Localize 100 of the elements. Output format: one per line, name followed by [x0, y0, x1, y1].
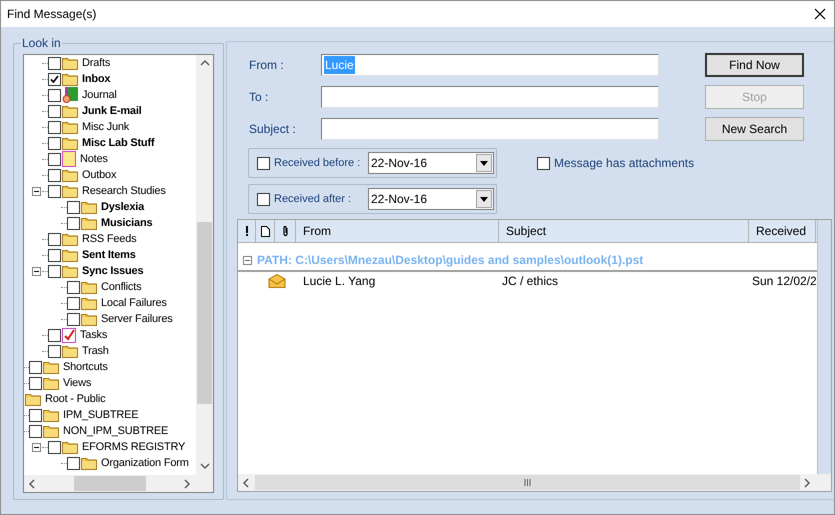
folder-label[interactable]: Inbox [82, 70, 110, 88]
folder-icon [62, 72, 78, 86]
filter-label: Received after : [274, 192, 352, 207]
folder-label[interactable]: Outbox [82, 166, 116, 184]
filter-checkbox[interactable] [257, 192, 270, 206]
folder-label[interactable]: Dyslexia [101, 198, 144, 216]
tree-checkbox[interactable] [67, 296, 80, 310]
folder-icon [81, 280, 97, 294]
folder-icon [62, 184, 78, 198]
dropdown-arrow-icon [480, 196, 488, 202]
tree-checkbox[interactable] [67, 200, 80, 214]
folder-icon [25, 392, 41, 406]
text-field[interactable] [321, 118, 659, 140]
tree-checkbox[interactable] [48, 72, 61, 86]
folder-label[interactable]: Server Failures [101, 310, 173, 328]
table-cell-text: Lucie L. Yang [302, 272, 376, 290]
attachments-checkbox[interactable] [537, 157, 550, 170]
text-field[interactable] [321, 86, 659, 108]
tree-checkbox[interactable] [48, 168, 61, 182]
note-icon [62, 151, 76, 167]
folder-icon [81, 296, 97, 310]
folder-icon [62, 440, 78, 454]
tree-checkbox[interactable] [48, 56, 61, 70]
column-header[interactable]: Received [749, 220, 816, 242]
field-label: To : [249, 89, 270, 106]
folder-icon [62, 344, 78, 358]
folder-label[interactable]: Shortcuts [63, 358, 108, 376]
date-dropdown[interactable]: 22-Nov-16 [368, 188, 494, 210]
scrollbar-thumb[interactable] [74, 476, 146, 491]
collapse-toggle[interactable] [32, 442, 41, 452]
horizontal-scrollbar[interactable] [24, 475, 213, 492]
clipboard-check-icon [62, 327, 76, 343]
tree-checkbox[interactable] [67, 456, 80, 470]
folder-label[interactable]: Local Failures [101, 294, 167, 312]
tree-checkbox[interactable] [48, 328, 61, 342]
folder-label[interactable]: Trash [82, 342, 109, 360]
folder-label[interactable]: Root - Public [45, 390, 106, 408]
tree-checkbox[interactable] [29, 360, 42, 374]
folder-label[interactable]: Research Studies [82, 182, 166, 200]
folder-icon [62, 264, 78, 278]
folder-label[interactable]: Drafts [82, 55, 110, 72]
table-cell-text: Sun 12/02/2 [751, 272, 817, 290]
folder-label[interactable]: EFORMS REGISTRY [82, 438, 186, 456]
tree-checkbox[interactable] [48, 184, 61, 198]
dialog-button[interactable]: Find Now [705, 53, 804, 77]
tree-checkbox[interactable] [48, 232, 61, 246]
tree-checkbox[interactable] [48, 88, 61, 102]
tree-checkbox[interactable] [48, 136, 61, 150]
date-dropdown[interactable]: 22-Nov-16 [368, 152, 494, 174]
folder-label[interactable]: RSS Feeds [82, 230, 136, 248]
tree-checkbox[interactable] [29, 424, 42, 438]
filter-label: Received before : [274, 156, 362, 171]
tree-checkbox[interactable] [29, 408, 42, 422]
folder-label[interactable]: Tasks [80, 326, 108, 344]
column-header[interactable]: Subject [499, 220, 749, 242]
dialog-button[interactable]: New Search [705, 117, 804, 141]
grip-icon[interactable] [524, 479, 531, 486]
tree-checkbox[interactable] [48, 344, 61, 358]
folder-label[interactable]: Sync Issues [82, 262, 144, 280]
close-icon[interactable] [814, 8, 826, 20]
folder-icon [62, 136, 78, 150]
folder-icon [62, 168, 78, 182]
scrollbar-thumb[interactable] [197, 222, 212, 404]
tree-checkbox[interactable] [67, 280, 80, 294]
tree-checkbox[interactable] [48, 264, 61, 278]
tree-checkbox[interactable] [67, 312, 80, 326]
folder-icon [43, 408, 59, 422]
folder-icon [81, 456, 97, 470]
folder-label[interactable]: Sent Items [82, 246, 136, 264]
folder-label[interactable]: Junk E-mail [82, 102, 142, 120]
folder-label[interactable]: Organization Form [101, 454, 189, 472]
collapse-toggle[interactable] [32, 266, 41, 276]
filter-checkbox[interactable] [257, 156, 270, 170]
tree-checkbox[interactable] [48, 152, 61, 166]
tree-checkbox[interactable] [48, 104, 61, 118]
tree-checkbox[interactable] [48, 120, 61, 134]
vertical-scrollbar[interactable] [816, 220, 831, 474]
folder-label[interactable]: Musicians [101, 214, 152, 232]
folder-icon [43, 424, 59, 438]
folder-label[interactable]: Conflicts [101, 278, 142, 296]
horizontal-scrollbar[interactable] [238, 474, 831, 491]
folder-label[interactable]: IPM_SUBTREE [63, 406, 138, 424]
tree-checkbox[interactable] [67, 216, 80, 230]
folder-label[interactable]: Journal [82, 86, 117, 104]
folder-label[interactable]: NON_IPM_SUBTREE [63, 422, 168, 440]
tree-checkbox[interactable] [48, 440, 61, 454]
field-label: Subject : [249, 121, 297, 138]
folder-label[interactable]: Misc Junk [82, 118, 130, 136]
tree-checkbox[interactable] [29, 376, 42, 390]
vertical-scrollbar[interactable] [196, 55, 213, 475]
folder-icon [62, 104, 78, 118]
folder-label[interactable]: Views [63, 374, 92, 392]
folder-label[interactable]: Misc Lab Stuff [82, 134, 154, 152]
folder-icon [62, 248, 78, 262]
column-header[interactable]: From [296, 220, 499, 242]
collapse-toggle[interactable] [32, 186, 41, 196]
folder-label[interactable]: Notes [80, 150, 108, 168]
collapse-toggle[interactable] [243, 256, 252, 264]
tree-checkbox[interactable] [48, 248, 61, 262]
table-cell-text: JC / ethics [501, 272, 560, 290]
